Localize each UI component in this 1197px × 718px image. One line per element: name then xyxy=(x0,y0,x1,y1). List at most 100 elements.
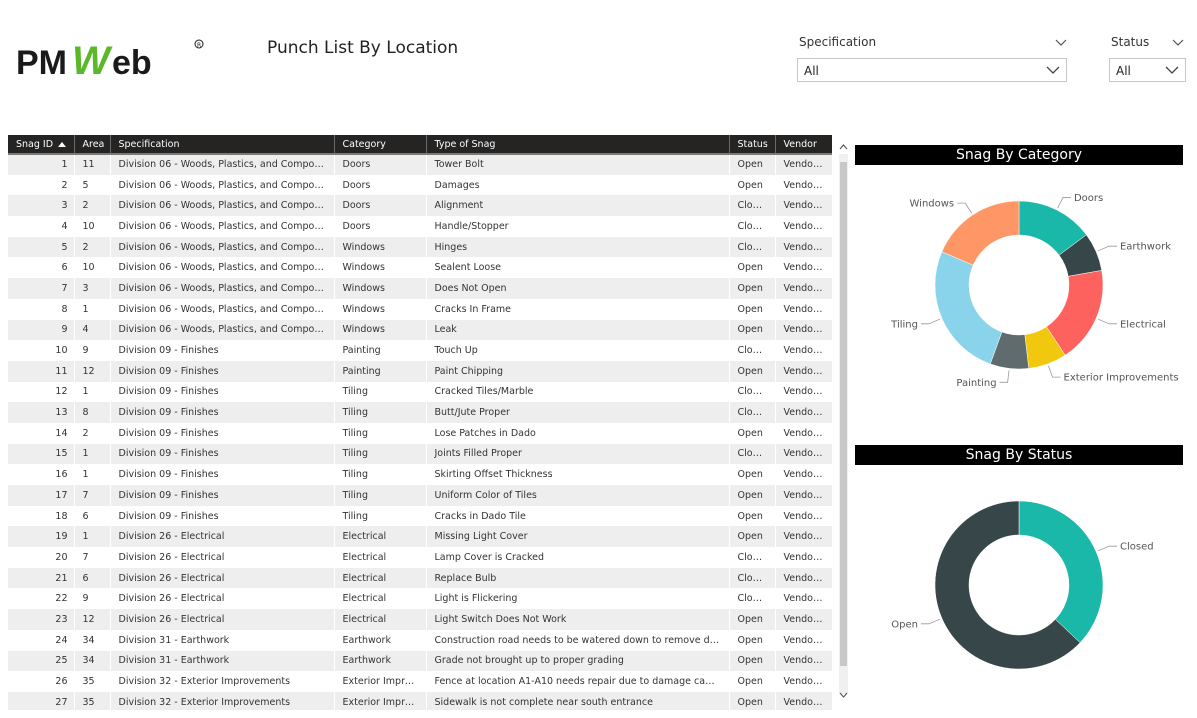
data-label: Open xyxy=(891,619,918,630)
cell-area: 2 xyxy=(74,195,111,217)
slice-tiling[interactable] xyxy=(934,251,1003,365)
cell-category: Earthwork xyxy=(334,629,427,651)
column-header-specification[interactable]: Specification xyxy=(110,135,335,154)
cell-status: Closed xyxy=(729,236,776,258)
table-row[interactable]: 25 34 Division 31 - Earthwork Earthwork Grad… xyxy=(8,650,832,672)
slice-windows[interactable] xyxy=(941,200,1020,266)
data-label: Exterior Improvements xyxy=(1064,373,1179,384)
cell-specification: Division 06 - Woods, Plastics, and Compo… xyxy=(110,216,335,237)
cell-specification: Division 26 - Electrical xyxy=(110,609,335,630)
table-row[interactable]: 12 1 Division 09 - Finishes Tiling Cracked T… xyxy=(8,381,832,403)
cell-area: 1 xyxy=(74,443,111,465)
cell-type-of-snag: Construction road needs to be watered do… xyxy=(426,629,730,651)
table-row[interactable]: 26 35 Division 32 - Exterior Improvements E… xyxy=(8,671,832,692)
cell-category: Painting xyxy=(334,340,427,361)
cell-area: 34 xyxy=(74,650,111,672)
cell-snag-id: 13 xyxy=(8,402,75,423)
cell-area: 6 xyxy=(74,567,111,589)
table-row[interactable]: 11 12 Division 09 - Finishes Painting Paint … xyxy=(8,360,832,382)
specification-dropdown[interactable]: All xyxy=(797,58,1067,82)
sort-ascending-icon xyxy=(58,142,67,147)
column-header-category[interactable]: Category xyxy=(334,135,427,154)
svg-text:R: R xyxy=(197,42,201,49)
cell-status: Open xyxy=(729,174,776,196)
table-row[interactable]: 5 2 Division 06 - Woods, Plastics, and Com… xyxy=(8,236,832,258)
table-row[interactable]: 9 4 Division 06 - Woods, Plastics, and Com… xyxy=(8,319,832,341)
leader-line xyxy=(921,318,941,325)
cell-vendor: Vendor C xyxy=(775,443,832,465)
table-row[interactable]: 4 10 Division 06 - Woods, Plastics, and Co… xyxy=(8,216,832,237)
cell-type-of-snag: Paint Chipping xyxy=(426,360,730,382)
cell-specification: Division 06 - Woods, Plastics, and Compo… xyxy=(110,278,335,299)
chevron-down-icon xyxy=(1046,66,1060,74)
scroll-up-icon[interactable] xyxy=(839,142,848,152)
cell-status: Open xyxy=(729,154,776,175)
cell-area: 1 xyxy=(74,381,111,403)
cell-category: Painting xyxy=(334,360,427,382)
slice-closed[interactable] xyxy=(1018,500,1104,643)
cell-category: Windows xyxy=(334,257,427,279)
cell-type-of-snag: Leak xyxy=(426,319,730,341)
table-row[interactable]: 3 2 Division 06 - Woods, Plastics, and Com… xyxy=(8,195,832,217)
table-row[interactable]: 20 7 Division 26 - Electrical Electrical Lam… xyxy=(8,547,832,568)
scroll-thumb[interactable] xyxy=(840,162,847,666)
table-row[interactable]: 27 35 Division 32 - Exterior Improvements E… xyxy=(8,691,832,710)
cell-status: Open xyxy=(729,464,776,485)
table-row[interactable]: 13 8 Division 09 - Finishes Tiling Butt/Jute… xyxy=(8,402,832,423)
cell-specification: Division 09 - Finishes xyxy=(110,505,335,527)
table-row[interactable]: 2 5 Division 06 - Woods, Plastics, and Com… xyxy=(8,174,832,196)
cell-type-of-snag: Fence at location A1-A10 needs repair du… xyxy=(426,671,730,692)
cell-vendor: Vendor D xyxy=(775,567,832,589)
leader-line xyxy=(1048,365,1061,378)
cell-snag-id: 21 xyxy=(8,567,75,589)
data-label: Painting xyxy=(956,378,996,389)
table-row[interactable]: 24 34 Division 31 - Earthwork Earthwork Cons… xyxy=(8,629,832,651)
table-row[interactable]: 14 2 Division 09 - Finishes Tiling Lose Patc… xyxy=(8,422,832,444)
cell-area: 1 xyxy=(74,298,111,320)
column-header-type-of-snag[interactable]: Type of Snag xyxy=(426,135,730,154)
leader-line xyxy=(957,202,973,214)
status-dropdown[interactable]: All xyxy=(1109,58,1186,82)
status-filter-collapse-icon[interactable] xyxy=(1171,38,1185,48)
cell-status: Closed xyxy=(729,381,776,403)
table-row[interactable]: 18 6 Division 09 - Finishes Tiling Cracks in… xyxy=(8,505,832,527)
specification-filter-collapse-icon[interactable] xyxy=(1054,38,1068,48)
table-row[interactable]: 15 1 Division 09 - Finishes Tiling Joints Fi… xyxy=(8,443,832,465)
column-header-status[interactable]: Status xyxy=(729,135,776,154)
table-row[interactable]: 16 1 Division 09 - Finishes Tiling Skirting … xyxy=(8,464,832,485)
data-label: Windows xyxy=(910,199,955,210)
table-row[interactable]: 1 11 Division 06 - Woods, Plastics, and Co… xyxy=(8,154,832,175)
table-row[interactable]: 17 7 Division 09 - Finishes Tiling Uniform C… xyxy=(8,485,832,506)
cell-status: Open xyxy=(729,360,776,382)
cell-area: 10 xyxy=(74,257,111,279)
cell-category: Tiling xyxy=(334,402,427,423)
cell-area: 9 xyxy=(74,588,111,610)
leader-line xyxy=(999,370,1010,383)
table-scrollbar[interactable] xyxy=(839,140,848,708)
table-row[interactable]: 7 3 Division 06 - Woods, Plastics, and Com… xyxy=(8,278,832,299)
cell-type-of-snag: Grade not brought up to proper grading xyxy=(426,650,730,672)
column-header-area[interactable]: Area xyxy=(74,135,111,154)
scroll-down-icon[interactable] xyxy=(839,690,848,700)
table-row[interactable]: 8 1 Division 06 - Woods, Plastics, and Com… xyxy=(8,298,832,320)
table-row[interactable]: 23 12 Division 26 - Electrical Electrical Li… xyxy=(8,609,832,630)
cell-category: Tiling xyxy=(334,422,427,444)
cell-snag-id: 10 xyxy=(8,340,75,361)
cell-area: 11 xyxy=(74,154,111,175)
specification-dropdown-value: All xyxy=(804,64,819,78)
table-row[interactable]: 19 1 Division 26 - Electrical Electrical Mis… xyxy=(8,526,832,548)
table-row[interactable]: 6 10 Division 06 - Woods, Plastics, and Co… xyxy=(8,257,832,279)
cell-status: Open xyxy=(729,526,776,548)
cell-category: Tiling xyxy=(334,443,427,465)
cell-area: 12 xyxy=(74,609,111,630)
cell-status: Closed xyxy=(729,567,776,589)
cell-status: Closed xyxy=(729,588,776,610)
cell-vendor: Vendor B xyxy=(775,340,832,361)
column-header-vendor[interactable]: Vendor xyxy=(775,135,832,154)
table-row[interactable]: 21 6 Division 26 - Electrical Electrical Rep… xyxy=(8,567,832,589)
column-header-snag-id[interactable]: Snag ID xyxy=(8,135,75,154)
cell-snag-id: 11 xyxy=(8,360,75,382)
table-row[interactable]: 10 9 Division 09 - Finishes Painting Touch U… xyxy=(8,340,832,361)
table-row[interactable]: 22 9 Division 26 - Electrical Electrical Lig… xyxy=(8,588,832,610)
svg-text:PM: PM xyxy=(16,44,67,82)
